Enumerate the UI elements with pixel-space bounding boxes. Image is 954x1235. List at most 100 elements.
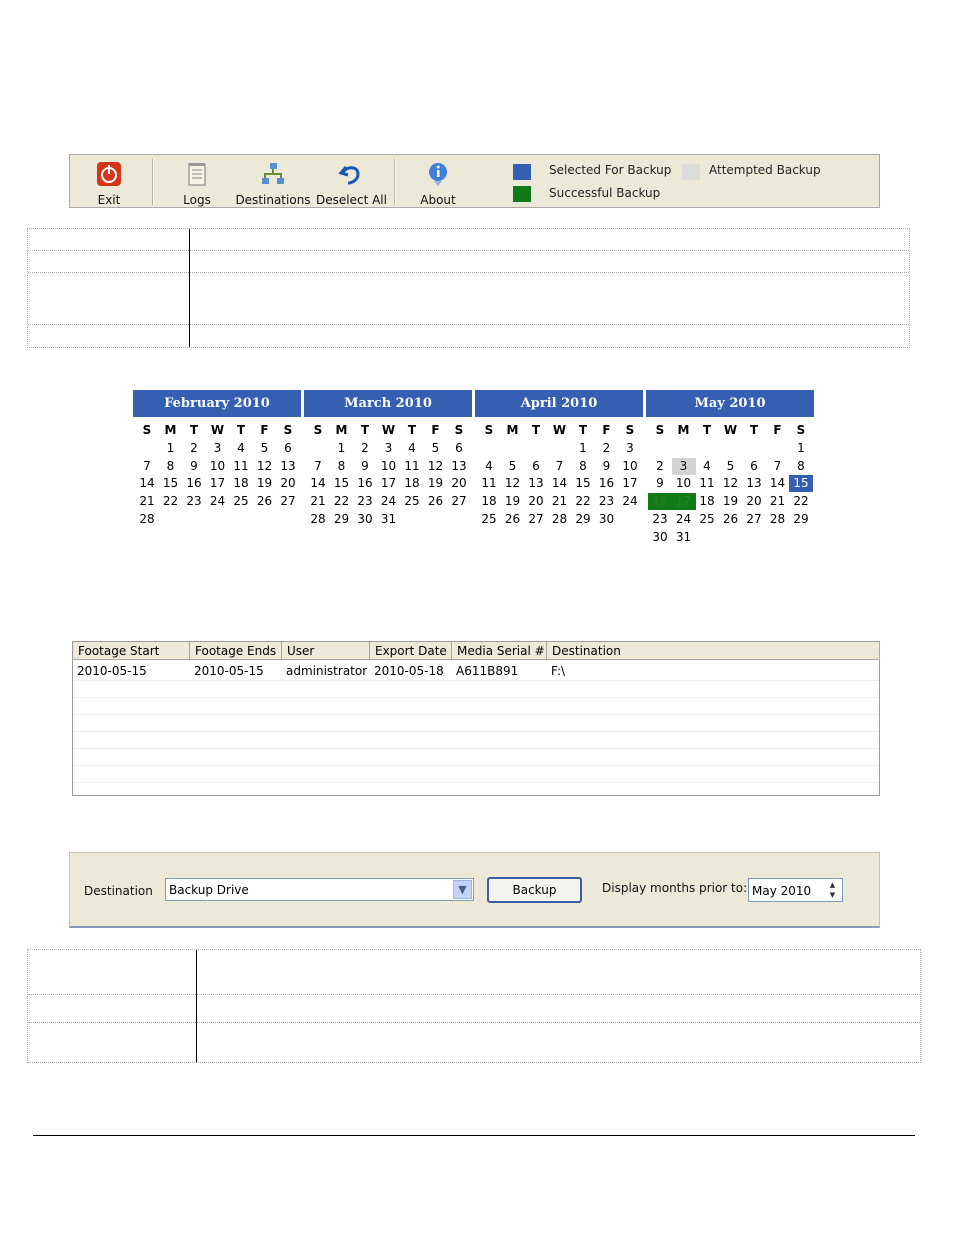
calendar-day[interactable]: 30 [353, 511, 377, 528]
calendar-day[interactable]: 17 [671, 493, 696, 511]
calendar-day[interactable]: 8 [159, 458, 183, 475]
calendar-day[interactable]: 29 [789, 511, 813, 528]
calendar-day[interactable]: 27 [447, 493, 471, 510]
calendar-day[interactable]: 9 [182, 458, 206, 475]
calendar-day[interactable]: 9 [648, 475, 672, 492]
calendar-day[interactable]: 26 [253, 493, 277, 510]
calendar-day[interactable]: 19 [719, 493, 743, 510]
spinner-up-icon[interactable]: ▲ [824, 880, 841, 890]
about-button[interactable]: About [414, 155, 462, 209]
calendar-day[interactable]: 3 [377, 440, 401, 457]
calendar-day[interactable]: 17 [377, 475, 401, 492]
calendar-day[interactable]: 11 [477, 475, 501, 492]
calendar-day[interactable]: 27 [524, 511, 548, 528]
calendar-day[interactable]: 24 [618, 493, 642, 510]
calendar-day[interactable]: 20 [524, 493, 548, 510]
calendar-day[interactable]: 22 [330, 493, 354, 510]
calendar-day[interactable]: 18 [229, 475, 253, 492]
calendar-day[interactable]: 21 [306, 493, 330, 510]
calendar-day[interactable]: 18 [400, 475, 424, 492]
calendar-day[interactable]: 24 [377, 493, 401, 510]
deselect-all-button[interactable]: Deselect All [316, 155, 387, 209]
calendar-day[interactable]: 19 [253, 475, 277, 492]
calendar-day[interactable]: 22 [789, 493, 813, 510]
calendar-day[interactable]: 28 [766, 511, 790, 528]
month-header[interactable]: April 2010 [475, 390, 643, 417]
calendar-day[interactable]: 18 [695, 493, 719, 510]
calendar-day[interactable]: 21 [135, 493, 159, 510]
calendar-day[interactable]: 6 [524, 458, 548, 475]
calendar-day[interactable]: 27 [742, 511, 766, 528]
display-months-spinner[interactable]: May 2010 ▲ ▼ [748, 878, 843, 902]
calendar-day[interactable]: 1 [571, 440, 595, 457]
calendar-day[interactable]: 11 [400, 458, 424, 475]
calendar-day[interactable]: 4 [400, 440, 424, 457]
calendar-day[interactable]: 15 [789, 475, 813, 493]
calendar-day[interactable]: 19 [501, 493, 525, 510]
calendar-day[interactable]: 9 [353, 458, 377, 475]
calendar-day[interactable]: 2 [595, 440, 619, 457]
month-header[interactable]: February 2010 [133, 390, 301, 417]
calendar-day[interactable]: 16 [595, 475, 619, 492]
calendar-day[interactable]: 24 [672, 511, 696, 528]
calendar-day[interactable]: 1 [159, 440, 183, 457]
calendar-day[interactable]: 2 [648, 458, 672, 475]
month-header[interactable]: March 2010 [304, 390, 472, 417]
calendar-day[interactable]: 23 [595, 493, 619, 510]
column-header[interactable]: Footage Start [73, 642, 190, 660]
calendar-day[interactable]: 7 [306, 458, 330, 475]
calendar-day[interactable]: 3 [206, 440, 230, 457]
calendar-day[interactable]: 23 [353, 493, 377, 510]
calendar-day[interactable]: 28 [548, 511, 572, 528]
calendar-day[interactable]: 14 [306, 475, 330, 492]
calendar-day[interactable]: 9 [595, 458, 619, 475]
calendar-day[interactable]: 25 [229, 493, 253, 510]
table-cell[interactable]: administrator [286, 664, 367, 678]
calendar-day[interactable]: 16 [353, 475, 377, 492]
calendar-day[interactable]: 22 [159, 493, 183, 510]
calendar-day[interactable]: 20 [447, 475, 471, 492]
calendar-day[interactable]: 25 [400, 493, 424, 510]
calendar-day[interactable]: 20 [276, 475, 300, 492]
calendar-day[interactable]: 2 [353, 440, 377, 457]
calendar-day[interactable]: 5 [719, 458, 743, 475]
calendar-day[interactable]: 7 [135, 458, 159, 475]
calendar-day[interactable]: 31 [672, 529, 696, 546]
calendar-day[interactable]: 30 [595, 511, 619, 528]
calendar-day[interactable]: 19 [424, 475, 448, 492]
calendar-day[interactable]: 29 [571, 511, 595, 528]
calendar-day[interactable]: 4 [229, 440, 253, 457]
spinner-down-icon[interactable]: ▼ [824, 890, 841, 900]
calendar-day[interactable]: 16 [648, 493, 672, 511]
calendar-day[interactable]: 13 [524, 475, 548, 492]
calendar-day[interactable]: 8 [330, 458, 354, 475]
table-cell[interactable]: 2010-05-15 [194, 664, 264, 678]
column-header[interactable]: Media Serial # [452, 642, 547, 660]
calendar-day[interactable]: 11 [695, 475, 719, 492]
calendar-day[interactable]: 13 [447, 458, 471, 475]
calendar-day[interactable]: 3 [618, 440, 642, 457]
calendar-day[interactable]: 15 [571, 475, 595, 492]
calendar-day[interactable]: 2 [182, 440, 206, 457]
chevron-down-icon[interactable]: ▼ [453, 880, 472, 899]
calendar-day[interactable]: 10 [377, 458, 401, 475]
logs-button[interactable]: Logs [172, 155, 222, 209]
calendar-day[interactable]: 25 [695, 511, 719, 528]
table-cell[interactable]: A611B891 [456, 664, 518, 678]
calendar-day[interactable]: 12 [719, 475, 743, 492]
calendar-day[interactable]: 17 [618, 475, 642, 492]
calendar-day[interactable]: 13 [742, 475, 766, 492]
calendar-day[interactable]: 26 [719, 511, 743, 528]
calendar-day[interactable]: 16 [182, 475, 206, 492]
calendar-day[interactable]: 24 [206, 493, 230, 510]
calendar-day[interactable]: 10 [206, 458, 230, 475]
column-header[interactable]: Destination [547, 642, 880, 660]
calendar-day[interactable]: 26 [424, 493, 448, 510]
backup-button[interactable]: Backup [487, 877, 582, 903]
calendar-day[interactable]: 6 [742, 458, 766, 475]
calendar-day[interactable]: 28 [135, 511, 159, 528]
calendar-day[interactable]: 21 [548, 493, 572, 510]
calendar-day[interactable]: 31 [377, 511, 401, 528]
column-header[interactable]: Footage Ends [190, 642, 282, 660]
calendar-day[interactable]: 7 [766, 458, 790, 475]
